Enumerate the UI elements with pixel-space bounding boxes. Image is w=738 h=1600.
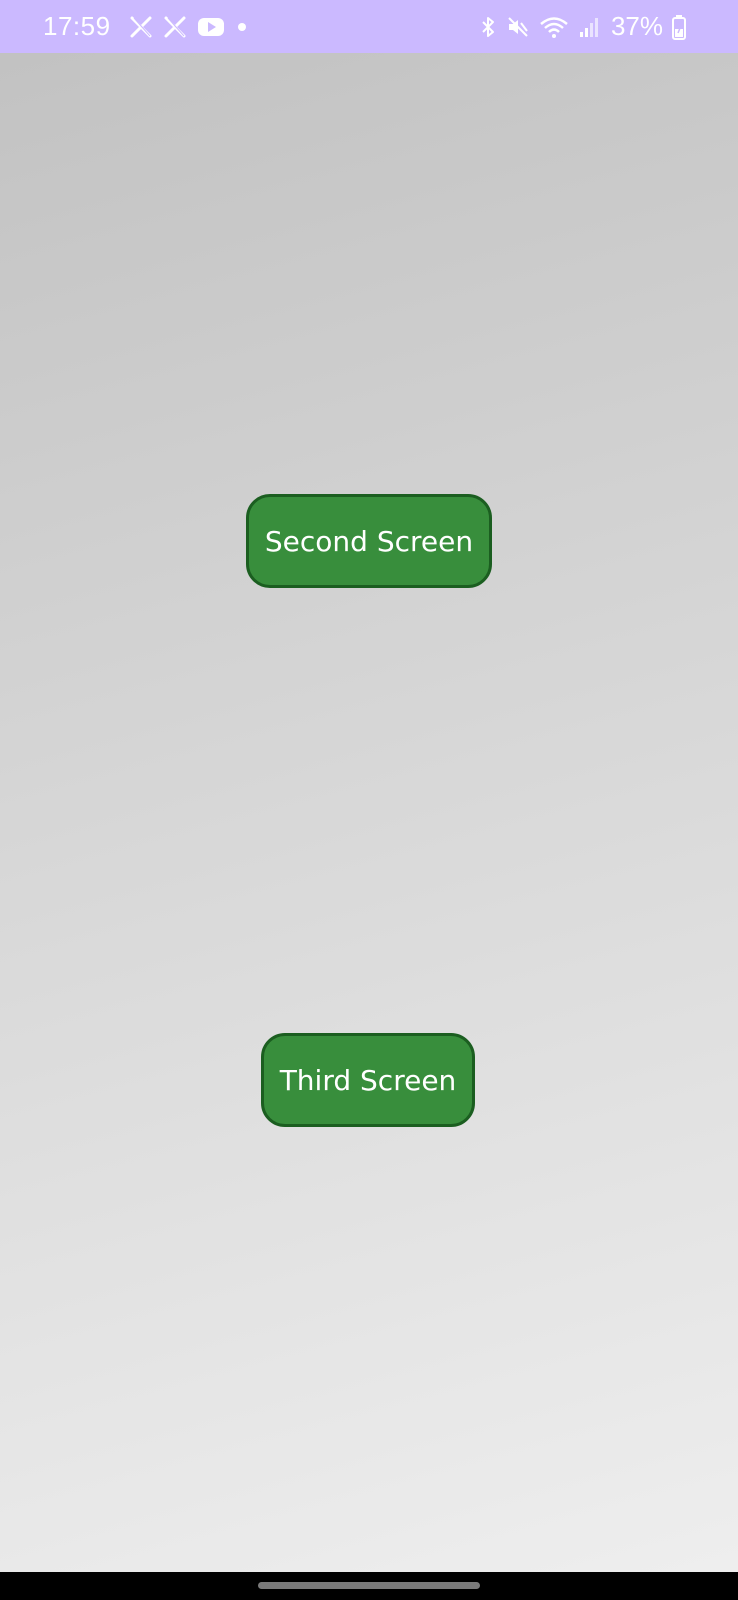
x-logo-icon [129, 15, 153, 39]
signal-icon [578, 15, 600, 39]
status-time: 17:59 [43, 11, 111, 41]
youtube-icon [197, 16, 225, 38]
main-content: Second Screen Third Screen [0, 53, 738, 1572]
home-gesture-handle[interactable] [258, 1582, 480, 1589]
status-bar-right: 37% [479, 0, 686, 53]
status-bar-left: 17:59 [43, 0, 249, 53]
status-bar: 17:59 37% [0, 0, 738, 53]
battery-icon [672, 14, 686, 40]
second-screen-button[interactable]: Second Screen [246, 494, 492, 588]
x-logo-icon [163, 15, 187, 39]
mute-vibrate-icon [506, 15, 530, 39]
notification-dot-icon [235, 20, 249, 34]
battery-percent: 37% [610, 11, 663, 41]
bluetooth-icon [479, 15, 497, 39]
navigation-bar [0, 1572, 738, 1600]
third-screen-button[interactable]: Third Screen [261, 1033, 475, 1127]
wifi-icon [539, 15, 569, 39]
